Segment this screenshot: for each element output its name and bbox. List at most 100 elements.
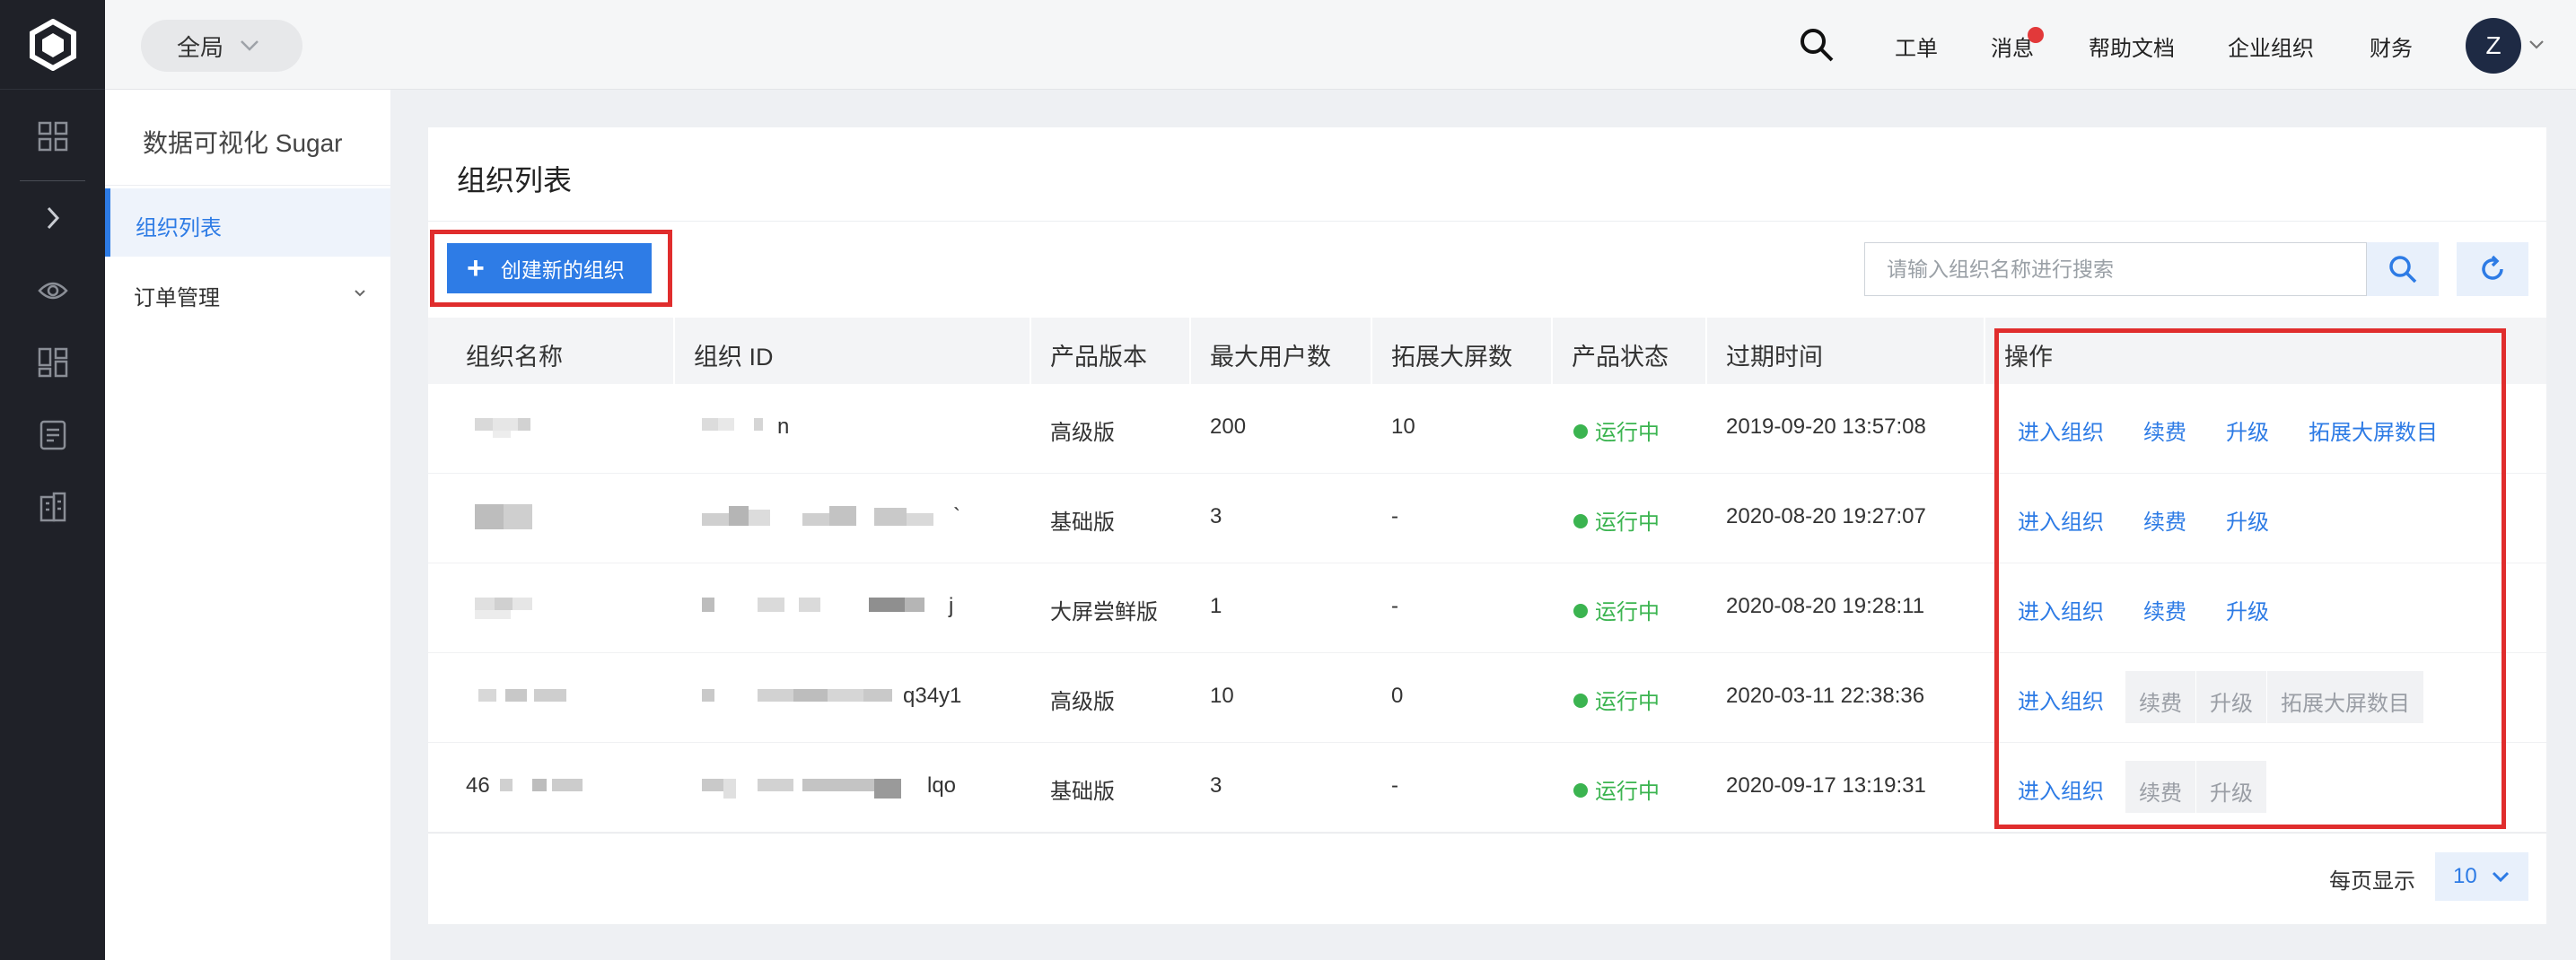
search-icon[interactable] bbox=[1799, 27, 1835, 67]
expand-icon[interactable] bbox=[0, 191, 105, 245]
enter-org-link[interactable]: 进入组织 bbox=[2018, 415, 2104, 446]
nav-help-docs[interactable]: 帮助文档 bbox=[2089, 31, 2175, 62]
product-edition: 高级版 bbox=[1050, 421, 1115, 445]
org-search-input[interactable] bbox=[1865, 243, 2366, 295]
enter-org-link[interactable]: 进入组织 bbox=[2018, 773, 2104, 805]
table-row: q34y1 高级版 10 0 运行中 2020-03-11 22:38:36 进… bbox=[428, 653, 2546, 743]
upgrade-link[interactable]: 升级 bbox=[2226, 504, 2269, 536]
max-users: 3 bbox=[1210, 773, 1222, 798]
upgrade-link[interactable]: 升级 bbox=[2226, 594, 2269, 625]
building-icon[interactable] bbox=[0, 480, 105, 534]
create-org-button[interactable]: + 创建新的组织 bbox=[447, 243, 652, 293]
max-users: 10 bbox=[1210, 684, 1234, 708]
rail-divider bbox=[20, 180, 85, 181]
sidebar: 数据可视化 Sugar 组织列表 订单管理 bbox=[105, 90, 390, 960]
expire-time: 2020-09-17 13:19:31 bbox=[1726, 773, 1926, 798]
expire-time: 2020-08-20 19:28:11 bbox=[1726, 594, 1925, 618]
create-org-label: 创建新的组织 bbox=[500, 258, 625, 282]
column-header: 组织名称 bbox=[466, 344, 563, 371]
column-header: 产品状态 bbox=[1572, 344, 1669, 371]
status-badge: 运行中 bbox=[1573, 594, 1660, 625]
column-header: 拓展大屏数 bbox=[1391, 344, 1512, 371]
layout-icon[interactable] bbox=[0, 336, 105, 389]
status-badge: 运行中 bbox=[1573, 773, 1660, 805]
sidebar-item-order-management[interactable]: 订单管理 bbox=[105, 258, 390, 327]
chevron-down-icon bbox=[355, 290, 365, 297]
product-edition: 高级版 bbox=[1050, 690, 1115, 714]
scope-selector[interactable]: 全局 bbox=[141, 20, 302, 72]
extended-screens: - bbox=[1391, 773, 1398, 798]
message-badge bbox=[2028, 27, 2044, 43]
extended-screens: - bbox=[1391, 594, 1398, 618]
dashboard-icon[interactable] bbox=[0, 109, 105, 163]
renew-button-disabled: 续费 bbox=[2125, 671, 2195, 723]
org-id: lqo bbox=[927, 773, 957, 798]
plus-icon: + bbox=[467, 251, 485, 285]
product-name: 数据可视化 Sugar bbox=[143, 129, 343, 157]
nav-finance[interactable]: 财务 bbox=[2370, 31, 2413, 62]
product-edition: 基础版 bbox=[1050, 511, 1115, 535]
column-header: 产品版本 bbox=[1050, 344, 1147, 371]
refresh-icon bbox=[2482, 255, 2503, 280]
column-header: 最大用户数 bbox=[1210, 344, 1331, 371]
extend-screens-link[interactable]: 拓展大屏数目 bbox=[2309, 415, 2438, 446]
create-button-highlight: + 创建新的组织 bbox=[430, 230, 672, 307]
org-id: n bbox=[777, 415, 790, 439]
chevron-down-icon bbox=[2492, 871, 2509, 882]
nav-enterprise-org[interactable]: 企业组织 bbox=[2228, 31, 2314, 62]
chevron-down-icon[interactable] bbox=[2528, 39, 2545, 50]
sidebar-item-label: 组织列表 bbox=[136, 216, 222, 240]
renew-link[interactable]: 续费 bbox=[2143, 594, 2186, 625]
extended-screens: 10 bbox=[1391, 415, 1415, 439]
org-id: ` bbox=[953, 504, 960, 528]
refresh-button[interactable] bbox=[2457, 242, 2528, 296]
report-icon[interactable] bbox=[0, 408, 105, 462]
product-edition: 基础版 bbox=[1050, 780, 1115, 804]
column-header: 操作 bbox=[2004, 344, 2053, 371]
enter-org-link[interactable]: 进入组织 bbox=[2018, 684, 2104, 715]
avatar-initial: Z bbox=[2485, 31, 2502, 59]
org-search bbox=[1864, 242, 2367, 296]
renew-link[interactable]: 续费 bbox=[2143, 415, 2186, 446]
page-title: 组织列表 bbox=[457, 164, 573, 196]
max-users: 1 bbox=[1210, 594, 1222, 618]
renew-link[interactable]: 续费 bbox=[2143, 504, 2186, 536]
search-button[interactable] bbox=[2367, 242, 2439, 296]
expire-time: 2019-09-20 13:57:08 bbox=[1726, 415, 1926, 439]
scope-label: 全局 bbox=[177, 33, 224, 61]
top-bar: 全局 工单 消息 帮助文档 企业组织 财务 Z bbox=[105, 0, 2576, 90]
upgrade-link[interactable]: 升级 bbox=[2226, 415, 2269, 446]
eye-icon[interactable] bbox=[0, 264, 105, 318]
status-badge: 运行中 bbox=[1573, 504, 1660, 536]
org-id: j bbox=[949, 594, 954, 618]
enter-org-link[interactable]: 进入组织 bbox=[2018, 594, 2104, 625]
max-users: 200 bbox=[1210, 415, 1247, 439]
search-icon bbox=[2389, 256, 2417, 284]
sidebar-item-label: 订单管理 bbox=[134, 286, 220, 310]
upgrade-button-disabled: 升级 bbox=[2196, 761, 2266, 813]
column-header: 组织 ID bbox=[694, 344, 774, 371]
nav-ticket[interactable]: 工单 bbox=[1895, 31, 1938, 62]
sidebar-item-org-list[interactable]: 组织列表 bbox=[105, 188, 390, 257]
expire-time: 2020-03-11 22:38:36 bbox=[1726, 684, 1925, 708]
per-page-label: 每页显示 bbox=[2329, 869, 2415, 894]
table-row: j 大屏尝鲜版 1 - 运行中 2020-08-20 19:28:11 进入组织… bbox=[428, 563, 2546, 653]
org-name: 46 bbox=[466, 773, 490, 798]
status-badge: 运行中 bbox=[1573, 415, 1660, 446]
product-edition: 大屏尝鲜版 bbox=[1050, 600, 1158, 624]
max-users: 3 bbox=[1210, 504, 1222, 528]
table-row: n 高级版 200 10 运行中 2019-09-20 13:57:08 进入组… bbox=[428, 384, 2546, 474]
table-row: ` 基础版 3 - 运行中 2020-08-20 19:27:07 进入组织 续… bbox=[428, 474, 2546, 563]
page-size-value: 10 bbox=[2453, 864, 2477, 888]
logo-icon[interactable] bbox=[0, 0, 105, 90]
chevron-down-icon bbox=[241, 40, 258, 51]
extend-screens-button-disabled: 拓展大屏数目 bbox=[2267, 671, 2423, 723]
header-divider bbox=[428, 221, 2546, 222]
extended-screens: 0 bbox=[1391, 684, 1404, 708]
avatar[interactable]: Z bbox=[2466, 18, 2521, 74]
status-badge: 运行中 bbox=[1573, 684, 1660, 715]
page-size-select[interactable]: 10 bbox=[2435, 852, 2528, 901]
expire-time: 2020-08-20 19:27:07 bbox=[1726, 504, 1926, 528]
renew-button-disabled: 续费 bbox=[2125, 761, 2195, 813]
enter-org-link[interactable]: 进入组织 bbox=[2018, 504, 2104, 536]
